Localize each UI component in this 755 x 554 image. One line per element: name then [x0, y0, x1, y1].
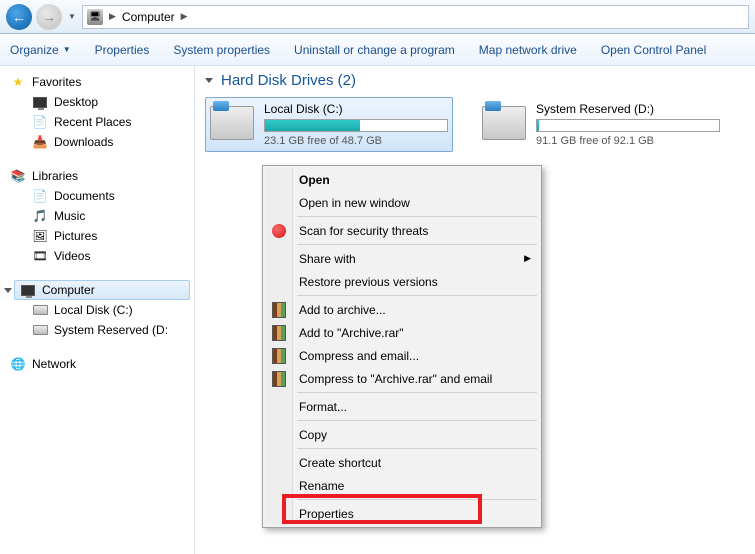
network-icon: 🌐 — [10, 356, 26, 372]
sidebar-item-local-disk-c[interactable]: Local Disk (C:) — [4, 300, 190, 320]
menu-rename[interactable]: Rename — [265, 474, 539, 497]
rar-icon — [271, 371, 287, 387]
menu-separator — [297, 295, 537, 296]
drive-icon — [482, 106, 526, 140]
drive-info: System Reserved (D:) 91.1 GB free of 92.… — [536, 102, 720, 147]
sidebar-item-recent-places[interactable]: 📄Recent Places — [4, 112, 190, 132]
computer-group: Computer Local Disk (C:) System Reserved… — [4, 280, 190, 340]
libraries-label: Libraries — [32, 169, 78, 183]
drive-usage-bar — [264, 119, 448, 132]
properties-button[interactable]: Properties — [95, 43, 150, 57]
menu-separator — [297, 244, 537, 245]
music-icon: 🎵 — [32, 208, 48, 224]
drive-icon — [210, 106, 254, 140]
desktop-icon — [32, 94, 48, 110]
expand-icon[interactable] — [4, 288, 12, 293]
map-drive-button[interactable]: Map network drive — [479, 43, 577, 57]
organize-menu[interactable]: Organize▼ — [10, 43, 71, 57]
menu-separator — [297, 499, 537, 500]
videos-icon: 🎞 — [32, 248, 48, 264]
menu-format[interactable]: Format... — [265, 395, 539, 418]
collapse-icon[interactable] — [205, 78, 213, 83]
sidebar-item-desktop[interactable]: Desktop — [4, 92, 190, 112]
drive-local-disk-c[interactable]: Local Disk (C:) 23.1 GB free of 48.7 GB — [205, 97, 453, 152]
sidebar-item-system-reserved-d[interactable]: System Reserved (D: — [4, 320, 190, 340]
star-icon: ★ — [10, 74, 26, 90]
menu-create-shortcut[interactable]: Create shortcut — [265, 451, 539, 474]
libraries-header[interactable]: 📚 Libraries — [4, 166, 190, 186]
menu-separator — [297, 216, 537, 217]
breadcrumb-computer[interactable]: Computer — [122, 10, 175, 24]
chevron-right-icon[interactable]: ▶ — [181, 11, 188, 22]
sidebar-item-music[interactable]: 🎵Music — [4, 206, 190, 226]
computer-icon — [20, 282, 36, 298]
menu-separator — [297, 392, 537, 393]
drive-usage-bar — [536, 119, 720, 132]
drive-icon — [32, 302, 48, 318]
network-header[interactable]: 🌐 Network — [4, 354, 190, 374]
computer-label: Computer — [42, 283, 95, 297]
shield-icon — [271, 223, 287, 239]
drive-name: Local Disk (C:) — [264, 102, 448, 116]
favorites-label: Favorites — [32, 75, 81, 89]
network-group: 🌐 Network — [4, 354, 190, 374]
pictures-icon: 🖼 — [32, 228, 48, 244]
nav-history-dropdown[interactable]: ▼ — [66, 4, 78, 30]
sidebar-item-videos[interactable]: 🎞Videos — [4, 246, 190, 266]
sidebar-item-downloads[interactable]: 📥Downloads — [4, 132, 190, 152]
drives-list: Local Disk (C:) 23.1 GB free of 48.7 GB … — [205, 97, 745, 152]
recent-icon: 📄 — [32, 114, 48, 130]
navigation-bar: ← → ▼ 🖥 ▶ Computer ▶ — [0, 0, 755, 34]
rar-icon — [271, 348, 287, 364]
menu-scan-threats[interactable]: Scan for security threats — [265, 219, 539, 242]
address-bar[interactable]: 🖥 ▶ Computer ▶ — [82, 5, 749, 29]
system-properties-button[interactable]: System properties — [173, 43, 270, 57]
libraries-icon: 📚 — [10, 168, 26, 184]
menu-open-new-window[interactable]: Open in new window — [265, 191, 539, 214]
section-header[interactable]: Hard Disk Drives (2) — [205, 72, 745, 89]
computer-header[interactable]: Computer — [14, 280, 190, 300]
menu-compress-email[interactable]: Compress and email... — [265, 344, 539, 367]
drive-info: Local Disk (C:) 23.1 GB free of 48.7 GB — [264, 102, 448, 147]
drive-free-text: 91.1 GB free of 92.1 GB — [536, 135, 720, 147]
menu-copy[interactable]: Copy — [265, 423, 539, 446]
drive-system-reserved-d[interactable]: System Reserved (D:) 91.1 GB free of 92.… — [477, 97, 725, 152]
menu-add-archive[interactable]: Add to archive... — [265, 298, 539, 321]
computer-icon: 🖥 — [87, 9, 103, 25]
context-menu: Open Open in new window Scan for securit… — [262, 165, 542, 528]
menu-compress-rar-email[interactable]: Compress to "Archive.rar" and email — [265, 367, 539, 390]
drive-name: System Reserved (D:) — [536, 102, 720, 116]
favorites-header[interactable]: ★ Favorites — [4, 72, 190, 92]
network-label: Network — [32, 357, 76, 371]
submenu-arrow-icon: ▶ — [524, 253, 531, 264]
back-button[interactable]: ← — [6, 4, 32, 30]
menu-add-archive-rar[interactable]: Add to "Archive.rar" — [265, 321, 539, 344]
command-bar: Organize▼ Properties System properties U… — [0, 34, 755, 66]
section-title-text: Hard Disk Drives (2) — [221, 72, 356, 89]
menu-share-with[interactable]: Share with▶ — [265, 247, 539, 270]
chevron-right-icon[interactable]: ▶ — [109, 11, 116, 22]
navigation-pane: ★ Favorites Desktop 📄Recent Places 📥Down… — [0, 66, 195, 554]
menu-properties[interactable]: Properties — [265, 502, 539, 525]
drive-free-text: 23.1 GB free of 48.7 GB — [264, 135, 448, 147]
forward-button[interactable]: → — [36, 4, 62, 30]
rar-icon — [271, 325, 287, 341]
drive-icon — [32, 322, 48, 338]
favorites-group: ★ Favorites Desktop 📄Recent Places 📥Down… — [4, 72, 190, 152]
libraries-group: 📚 Libraries 📄Documents 🎵Music 🖼Pictures … — [4, 166, 190, 266]
sidebar-item-documents[interactable]: 📄Documents — [4, 186, 190, 206]
documents-icon: 📄 — [32, 188, 48, 204]
downloads-icon: 📥 — [32, 134, 48, 150]
menu-restore-versions[interactable]: Restore previous versions — [265, 270, 539, 293]
menu-open[interactable]: Open — [265, 168, 539, 191]
control-panel-button[interactable]: Open Control Panel — [601, 43, 706, 57]
menu-separator — [297, 420, 537, 421]
menu-separator — [297, 448, 537, 449]
sidebar-item-pictures[interactable]: 🖼Pictures — [4, 226, 190, 246]
uninstall-button[interactable]: Uninstall or change a program — [294, 43, 455, 57]
rar-icon — [271, 302, 287, 318]
